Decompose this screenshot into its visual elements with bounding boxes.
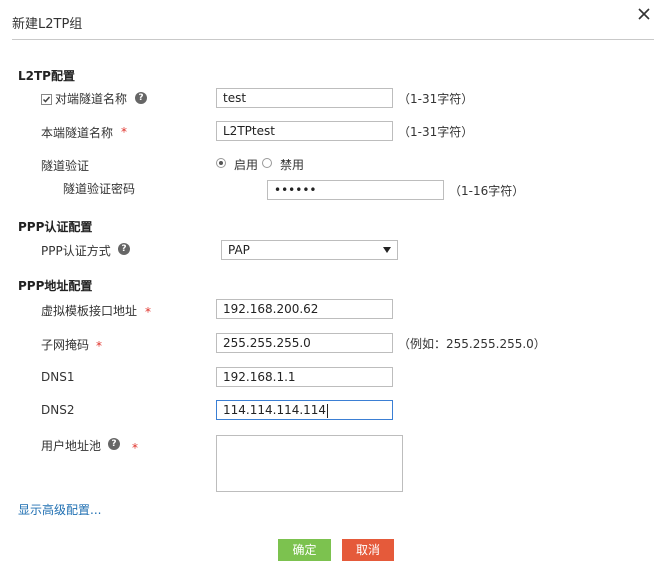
l2tp-section-title: L2TP配置 (18, 69, 75, 83)
show-advanced-link[interactable]: 显示高级配置... (18, 501, 101, 518)
required-mark: * (145, 305, 151, 319)
vt-address-input[interactable]: 192.168.200.62 (216, 299, 393, 319)
required-mark: * (132, 441, 138, 455)
text-caret (327, 403, 329, 418)
tunnel-auth-password-label: 隧道验证密码 (63, 182, 136, 196)
tunnel-auth-password-hint: （1-16字符） (449, 184, 525, 198)
help-icon[interactable]: ? (118, 243, 130, 255)
peer-tunnel-name-hint: （1-31字符） (398, 92, 474, 106)
local-tunnel-name-label: 本端隧道名称 (41, 126, 114, 140)
required-mark: * (121, 125, 127, 139)
peer-tunnel-name-checkbox[interactable] (41, 94, 52, 105)
tunnel-auth-disable-radio[interactable] (262, 158, 272, 168)
chevron-down-icon (383, 247, 391, 253)
user-pool-label: 用户地址池 (41, 439, 102, 453)
tunnel-auth-label: 隧道验证 (41, 159, 90, 173)
dns1-label: DNS1 (41, 370, 75, 384)
local-tunnel-name-hint: （1-31字符） (398, 125, 474, 139)
ppp-auth-method-select[interactable]: PAP (221, 240, 398, 260)
ppp-auth-method-label: PPP认证方式 (41, 244, 111, 258)
tunnel-auth-disable-label: 禁用 (280, 158, 305, 172)
close-icon[interactable] (637, 7, 651, 21)
ppp-auth-section-title: PPP认证配置 (18, 220, 93, 234)
title-divider (12, 39, 654, 40)
help-icon[interactable]: ? (108, 438, 120, 450)
dns1-input[interactable]: 192.168.1.1 (216, 367, 393, 387)
tunnel-auth-password-input[interactable]: •••••• (267, 180, 444, 200)
tunnel-auth-enable-label: 启用 (234, 158, 259, 172)
local-tunnel-name-input[interactable]: L2TPtest (216, 121, 393, 141)
dialog-title: 新建L2TP组 (12, 17, 83, 32)
ok-button[interactable]: 确定 (278, 539, 331, 561)
peer-tunnel-name-input[interactable]: test (216, 88, 393, 108)
required-mark: * (96, 339, 102, 353)
vt-address-label: 虚拟模板接口地址 (41, 304, 138, 318)
help-icon[interactable]: ? (135, 92, 147, 104)
peer-tunnel-name-label: 对端隧道名称 (55, 92, 128, 106)
dns2-value: 114.114.114.114 (223, 403, 327, 417)
user-pool-textarea[interactable] (216, 435, 403, 492)
dns2-input[interactable]: 114.114.114.114 (216, 400, 393, 420)
dns2-label: DNS2 (41, 403, 75, 417)
ppp-auth-method-value: PAP (228, 243, 250, 257)
tunnel-auth-enable-radio[interactable] (216, 158, 226, 168)
subnet-mask-hint: （例如：255.255.255.0） (398, 337, 546, 351)
subnet-mask-label: 子网掩码 (41, 338, 90, 352)
ppp-address-section-title: PPP地址配置 (18, 279, 93, 293)
subnet-mask-input[interactable]: 255.255.255.0 (216, 333, 393, 353)
cancel-button[interactable]: 取消 (342, 539, 394, 561)
